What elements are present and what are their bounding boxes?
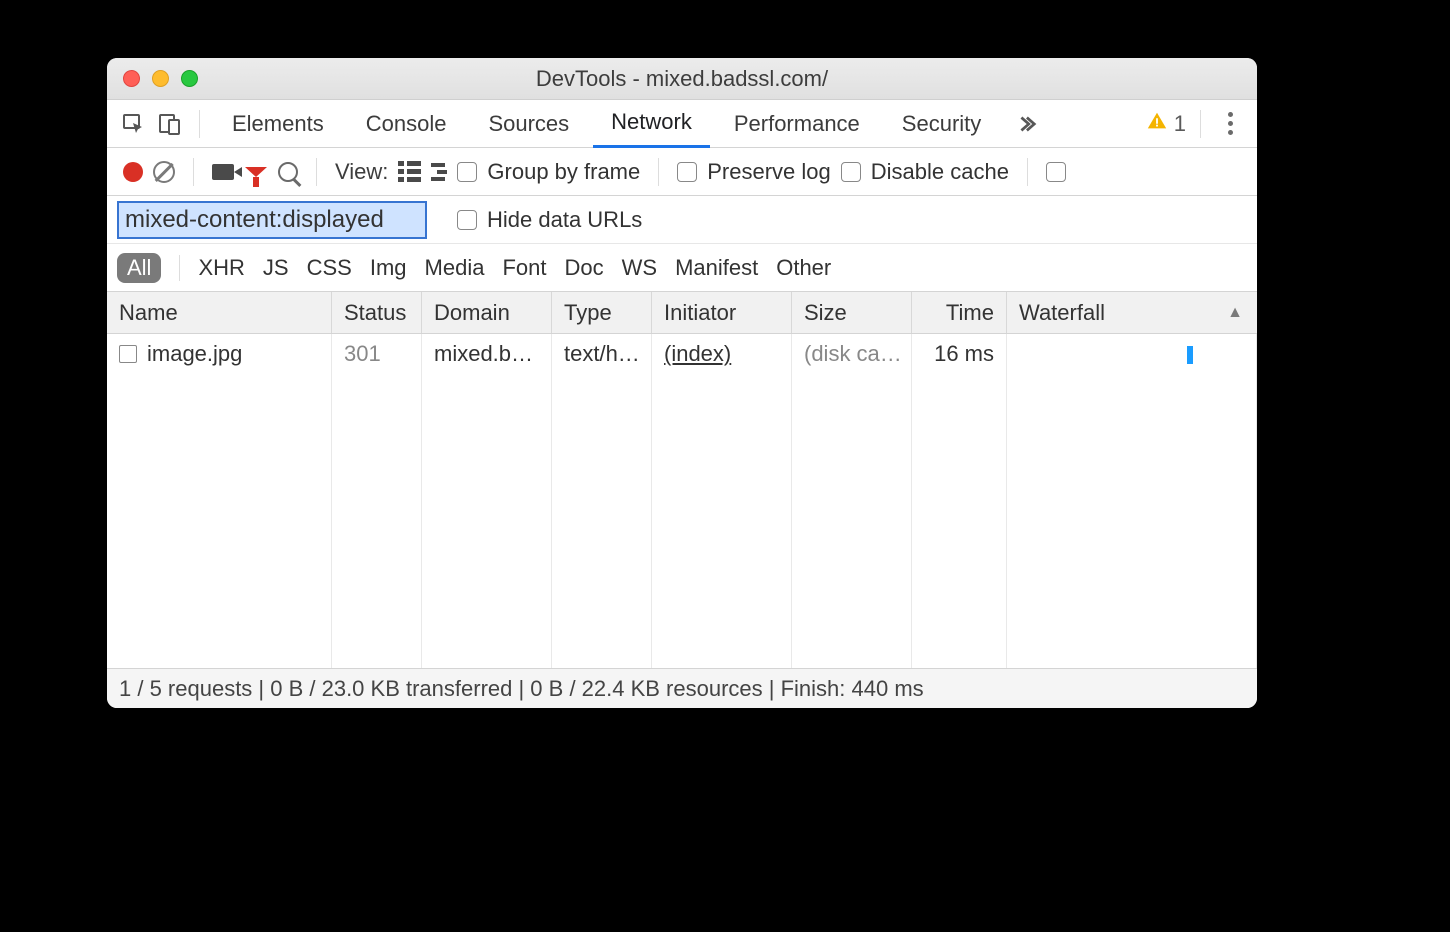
offline-option[interactable] (1046, 162, 1066, 182)
filter-doc[interactable]: Doc (564, 255, 603, 281)
disable-cache-option[interactable]: Disable cache (841, 159, 1009, 185)
filter-media[interactable]: Media (425, 255, 485, 281)
devtools-window: DevTools - mixed.badssl.com/ Elements Co… (107, 58, 1257, 708)
preserve-log-label: Preserve log (707, 159, 831, 185)
cell-status: 301 (332, 334, 422, 374)
more-options-icon[interactable] (1215, 109, 1245, 139)
large-rows-icon[interactable] (398, 161, 421, 182)
filter-bar: Hide data URLs (107, 196, 1257, 244)
table-row[interactable]: image.jpg 301 mixed.b… text/h… (index) (… (107, 334, 1257, 374)
network-toolbar: View: Group by frame Preserve log Disabl… (107, 148, 1257, 196)
table-header: Name Status Domain Type Initiator Size T… (107, 292, 1257, 334)
filter-css[interactable]: CSS (307, 255, 352, 281)
checkbox-icon (457, 210, 477, 230)
tab-elements[interactable]: Elements (214, 100, 342, 148)
window-title: DevTools - mixed.badssl.com/ (107, 66, 1257, 92)
cell-name: image.jpg (107, 334, 332, 374)
requests-table: Name Status Domain Type Initiator Size T… (107, 292, 1257, 668)
col-size[interactable]: Size (792, 292, 912, 333)
cell-domain: mixed.b… (422, 334, 552, 374)
device-toolbar-icon[interactable] (155, 109, 185, 139)
col-status[interactable]: Status (332, 292, 422, 333)
filter-other[interactable]: Other (776, 255, 831, 281)
col-time[interactable]: Time (912, 292, 1007, 333)
col-type[interactable]: Type (552, 292, 652, 333)
view-label: View: (335, 159, 388, 185)
cell-waterfall (1007, 334, 1257, 374)
col-waterfall[interactable]: Waterfall ▲ (1007, 292, 1257, 333)
separator (199, 110, 200, 138)
filter-font[interactable]: Font (502, 255, 546, 281)
screenshots-icon[interactable] (212, 164, 234, 180)
status-bar: 1 / 5 requests | 0 B / 23.0 KB transferr… (107, 668, 1257, 708)
inspect-element-icon[interactable] (119, 109, 149, 139)
hide-data-urls-option[interactable]: Hide data URLs (457, 207, 642, 233)
overview-icon[interactable] (431, 163, 447, 181)
main-tabbar: Elements Console Sources Network Perform… (107, 100, 1257, 148)
separator (1200, 110, 1201, 138)
separator (316, 158, 317, 186)
tab-performance[interactable]: Performance (716, 100, 878, 148)
disable-cache-label: Disable cache (871, 159, 1009, 185)
clear-button[interactable] (153, 161, 175, 183)
filter-js[interactable]: JS (263, 255, 289, 281)
window-controls (123, 70, 198, 87)
warnings-count: 1 (1174, 111, 1186, 137)
separator (193, 158, 194, 186)
separator (1027, 158, 1028, 186)
checkbox-icon (841, 162, 861, 182)
col-initiator[interactable]: Initiator (652, 292, 792, 333)
filter-all[interactable]: All (117, 253, 161, 283)
cell-time: 16 ms (912, 334, 1007, 374)
group-by-frame-label: Group by frame (487, 159, 640, 185)
warnings-badge[interactable]: 1 (1146, 110, 1186, 138)
separator (658, 158, 659, 186)
tab-sources[interactable]: Sources (470, 100, 587, 148)
filter-input[interactable] (117, 201, 427, 239)
record-button[interactable] (123, 162, 143, 182)
warning-icon (1146, 110, 1168, 138)
hide-data-urls-label: Hide data URLs (487, 207, 642, 233)
col-name[interactable]: Name (107, 292, 332, 333)
cell-size: (disk ca… (792, 334, 912, 374)
type-filters: All XHR JS CSS Img Media Font Doc WS Man… (107, 244, 1257, 292)
zoom-window-button[interactable] (181, 70, 198, 87)
checkbox-icon (457, 162, 477, 182)
cell-initiator[interactable]: (index) (652, 334, 792, 374)
table-body: image.jpg 301 mixed.b… text/h… (index) (… (107, 334, 1257, 668)
filter-manifest[interactable]: Manifest (675, 255, 758, 281)
preserve-log-option[interactable]: Preserve log (677, 159, 831, 185)
file-icon (119, 345, 137, 363)
tab-console[interactable]: Console (348, 100, 465, 148)
col-domain[interactable]: Domain (422, 292, 552, 333)
search-icon[interactable] (278, 162, 298, 182)
status-text: 1 / 5 requests | 0 B / 23.0 KB transferr… (119, 676, 924, 702)
more-tabs-icon[interactable] (1011, 109, 1041, 139)
group-by-frame-option[interactable]: Group by frame (457, 159, 640, 185)
minimize-window-button[interactable] (152, 70, 169, 87)
separator (179, 255, 180, 281)
titlebar: DevTools - mixed.badssl.com/ (107, 58, 1257, 100)
close-window-button[interactable] (123, 70, 140, 87)
checkbox-icon (677, 162, 697, 182)
filter-icon[interactable] (244, 167, 268, 177)
waterfall-bar (1187, 346, 1193, 364)
filter-xhr[interactable]: XHR (198, 255, 244, 281)
filter-img[interactable]: Img (370, 255, 407, 281)
checkbox-icon (1046, 162, 1066, 182)
cell-type: text/h… (552, 334, 652, 374)
tab-network[interactable]: Network (593, 100, 710, 148)
tab-security[interactable]: Security (884, 100, 999, 148)
sort-asc-icon: ▲ (1227, 304, 1243, 322)
filter-ws[interactable]: WS (622, 255, 657, 281)
